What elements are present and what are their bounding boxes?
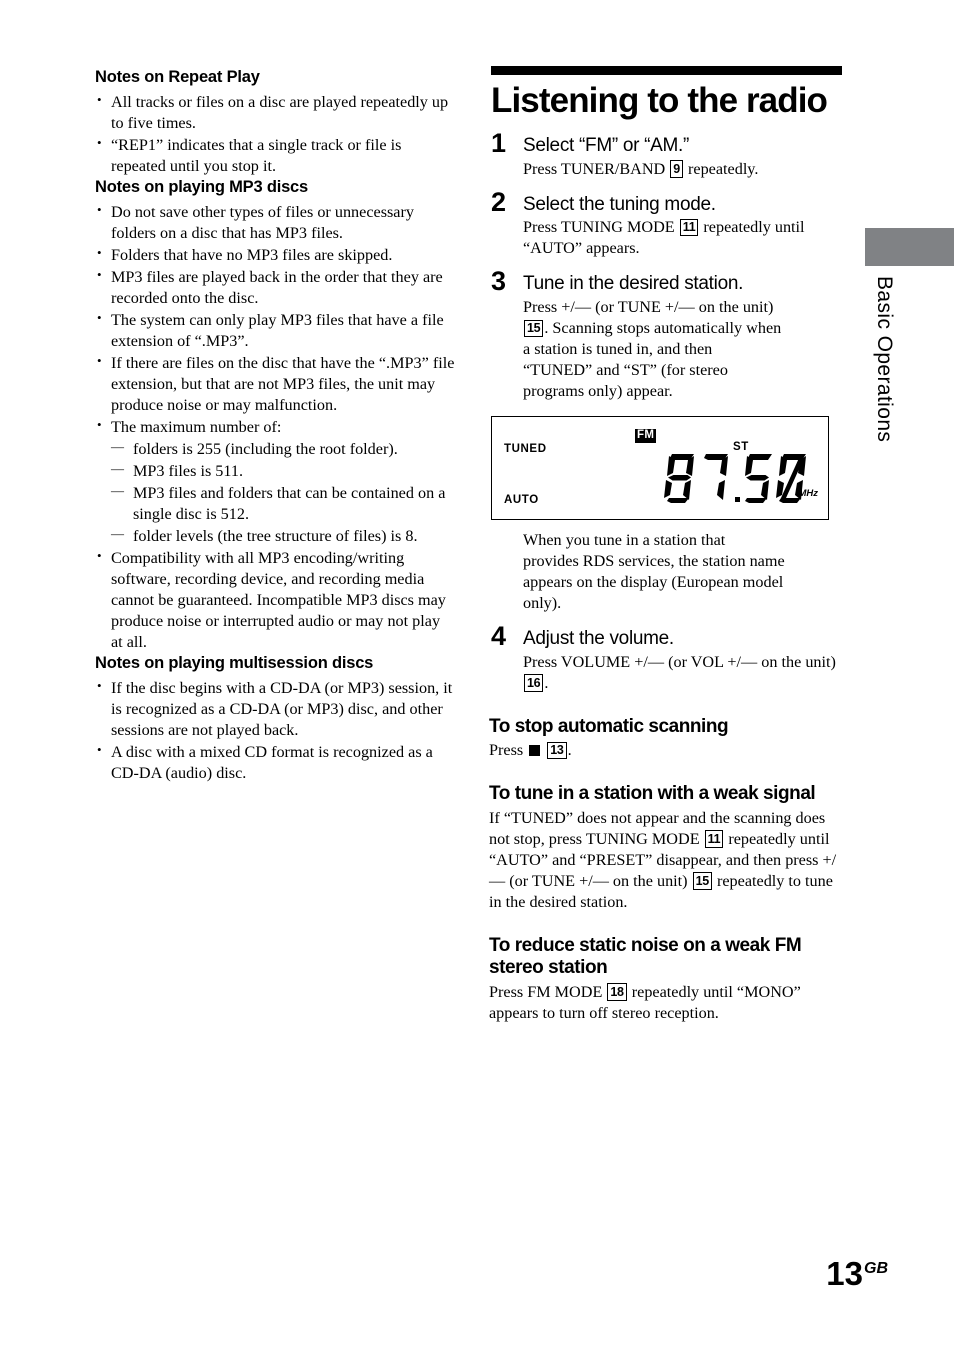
display-frequency-unit: MHz xyxy=(798,487,818,499)
sublist-item: MP3 files is 511. xyxy=(111,461,455,482)
body-text-cont: . xyxy=(567,741,572,760)
left-column: Notes on Repeat Play All tracks or files… xyxy=(95,68,455,785)
heading-notes-repeat-play: Notes on Repeat Play xyxy=(95,68,260,86)
rds-note-wrapper: When you tune in a station that provides… xyxy=(489,530,844,614)
body-stop-automatic-scanning: Press 13. xyxy=(489,740,844,761)
body-tune-weak-signal: If “TUNED” does not appear and the scann… xyxy=(489,808,844,913)
sublist-item: MP3 files and folders that can be contai… xyxy=(111,483,455,525)
right-column: Listening to the radio 1 Select “FM” or … xyxy=(489,66,844,1024)
list-item: If the disc begins with a CD-DA (or MP3)… xyxy=(95,677,455,741)
seven-segment-digit xyxy=(664,453,694,503)
sublist-wrapper: folders is 255 (including the root folde… xyxy=(111,439,455,547)
step-number: 1 xyxy=(491,127,507,158)
reference-number-badge: 11 xyxy=(704,830,724,848)
stop-square-icon xyxy=(529,745,541,757)
list-item: MP3 files are played back in the order t… xyxy=(95,266,455,309)
list-notes-multisession-discs: If the disc begins with a CD-DA (or MP3)… xyxy=(95,677,455,784)
seven-segment-digit xyxy=(745,453,772,503)
step-number: 4 xyxy=(491,620,507,651)
heading-notes-mp3-discs: Notes on playing MP3 discs xyxy=(95,178,309,197)
step-2: 2 Select the tuning mode. Press TUNING M… xyxy=(489,188,844,260)
body-reduce-static-noise: Press FM MODE 18 repeatedly until “MONO”… xyxy=(489,982,844,1024)
display-indicator-auto: AUTO xyxy=(504,493,539,506)
page-number-region: GB xyxy=(864,1260,888,1277)
list-item: If there are files on the disc that have… xyxy=(95,352,455,416)
reference-number-badge: 13 xyxy=(547,741,567,760)
step-1: 1 Select “FM” or “AM.” Press TUNER/BAND … xyxy=(489,129,844,180)
list-item-label: The maximum number of: xyxy=(111,418,282,437)
step-number: 2 xyxy=(491,186,507,217)
list-notes-repeat-play: All tracks or files on a disc are played… xyxy=(95,91,455,177)
side-tab-block xyxy=(865,228,954,266)
step-body-text: Press +/— (or TUNE +/— on the unit) xyxy=(523,298,774,317)
decimal-point xyxy=(732,496,742,504)
step-body-text-cont: . xyxy=(544,673,549,692)
step-3: 3 Tune in the desired station. Press +/—… xyxy=(489,268,844,402)
reference-number-badge: 15 xyxy=(524,319,544,338)
list-item: Folders that have no MP3 files are skipp… xyxy=(95,244,455,266)
chapter-rule-bar xyxy=(491,66,842,75)
display-band-badge: FM xyxy=(635,428,657,443)
list-item: “REP1” indicates that a single track or … xyxy=(95,134,455,177)
reference-number-badge: 11 xyxy=(679,218,699,237)
page-number: 13GB xyxy=(826,1257,888,1290)
list-item: Compatibility with all MP3 encoding/writ… xyxy=(95,547,455,653)
step-body-text-cont: . Scanning stops automatically when a st… xyxy=(523,319,782,401)
chapter-title: Listening to the radio xyxy=(491,81,828,120)
step-body: Press TUNER/BAND 9 repeatedly. xyxy=(523,159,844,180)
display-indicator-tuned: TUNED xyxy=(504,442,547,455)
reference-number-badge: 16 xyxy=(524,674,544,692)
sublist-item: folders is 255 (including the root folde… xyxy=(111,439,455,460)
step-body: Press TUNING MODE 11 repeatedly until “A… xyxy=(523,217,844,259)
list-item: The system can only play MP3 files that … xyxy=(95,309,455,352)
side-tab-label: Basic Operations xyxy=(873,276,896,443)
reference-number-badge: 9 xyxy=(670,160,683,178)
sublist-maximum-number: folders is 255 (including the root folde… xyxy=(111,439,455,547)
step-title: Adjust the volume. xyxy=(523,627,674,649)
step-title: Tune in the desired station. xyxy=(523,273,744,295)
body-text: Press FM MODE xyxy=(489,982,603,1001)
heading-tune-weak-signal: To tune in a station with a weak signal xyxy=(489,783,816,805)
list-item: Do not save other types of files or unne… xyxy=(95,201,455,244)
reference-number-badge: 15 xyxy=(692,872,712,890)
manual-page: Basic Operations Notes on Repeat Play Al… xyxy=(0,0,954,1357)
seven-segment-digit xyxy=(704,453,728,500)
step-number: 3 xyxy=(491,266,507,297)
step-title: Select the tuning mode. xyxy=(523,193,716,215)
heading-notes-multisession-discs: Notes on playing multisession discs xyxy=(95,654,374,673)
step-body-text-cont: repeatedly. xyxy=(688,159,759,178)
rds-note: When you tune in a station that provides… xyxy=(523,530,785,612)
step-body: Press +/— (or TUNE +/— on the unit) 15. … xyxy=(523,297,785,402)
list-item-maximum-number: The maximum number of: folders is 255 (i… xyxy=(95,416,455,547)
step-title: Select “FM” or “AM.” xyxy=(523,134,690,156)
step-body: Press VOLUME +/— (or VOL +/— on the unit… xyxy=(523,652,844,694)
sublist-item: folder levels (the tree structure of fil… xyxy=(111,526,455,547)
step-4: 4 Adjust the volume. Press VOLUME +/— (o… xyxy=(489,622,844,694)
reference-number-badge: 18 xyxy=(607,983,627,1001)
step-body-text: Press TUNER/BAND xyxy=(523,159,666,178)
step-body-text: Press TUNING MODE xyxy=(523,218,675,237)
page-number-value: 13 xyxy=(826,1255,863,1292)
step-body-text: Press VOLUME +/— (or VOL +/— on the unit… xyxy=(523,652,836,671)
heading-stop-automatic-scanning: To stop automatic scanning xyxy=(489,715,729,737)
display-frequency xyxy=(664,452,810,504)
list-item: A disc with a mixed CD format is recogni… xyxy=(95,741,455,784)
display-illustration: TUNED AUTO ST FM MHz xyxy=(491,415,829,520)
body-text: Press xyxy=(489,741,524,760)
heading-reduce-static-noise: To reduce static noise on a weak FM ster… xyxy=(489,934,802,979)
list-item: All tracks or files on a disc are played… xyxy=(95,91,455,134)
list-notes-mp3-discs: Do not save other types of files or unne… xyxy=(95,201,455,653)
